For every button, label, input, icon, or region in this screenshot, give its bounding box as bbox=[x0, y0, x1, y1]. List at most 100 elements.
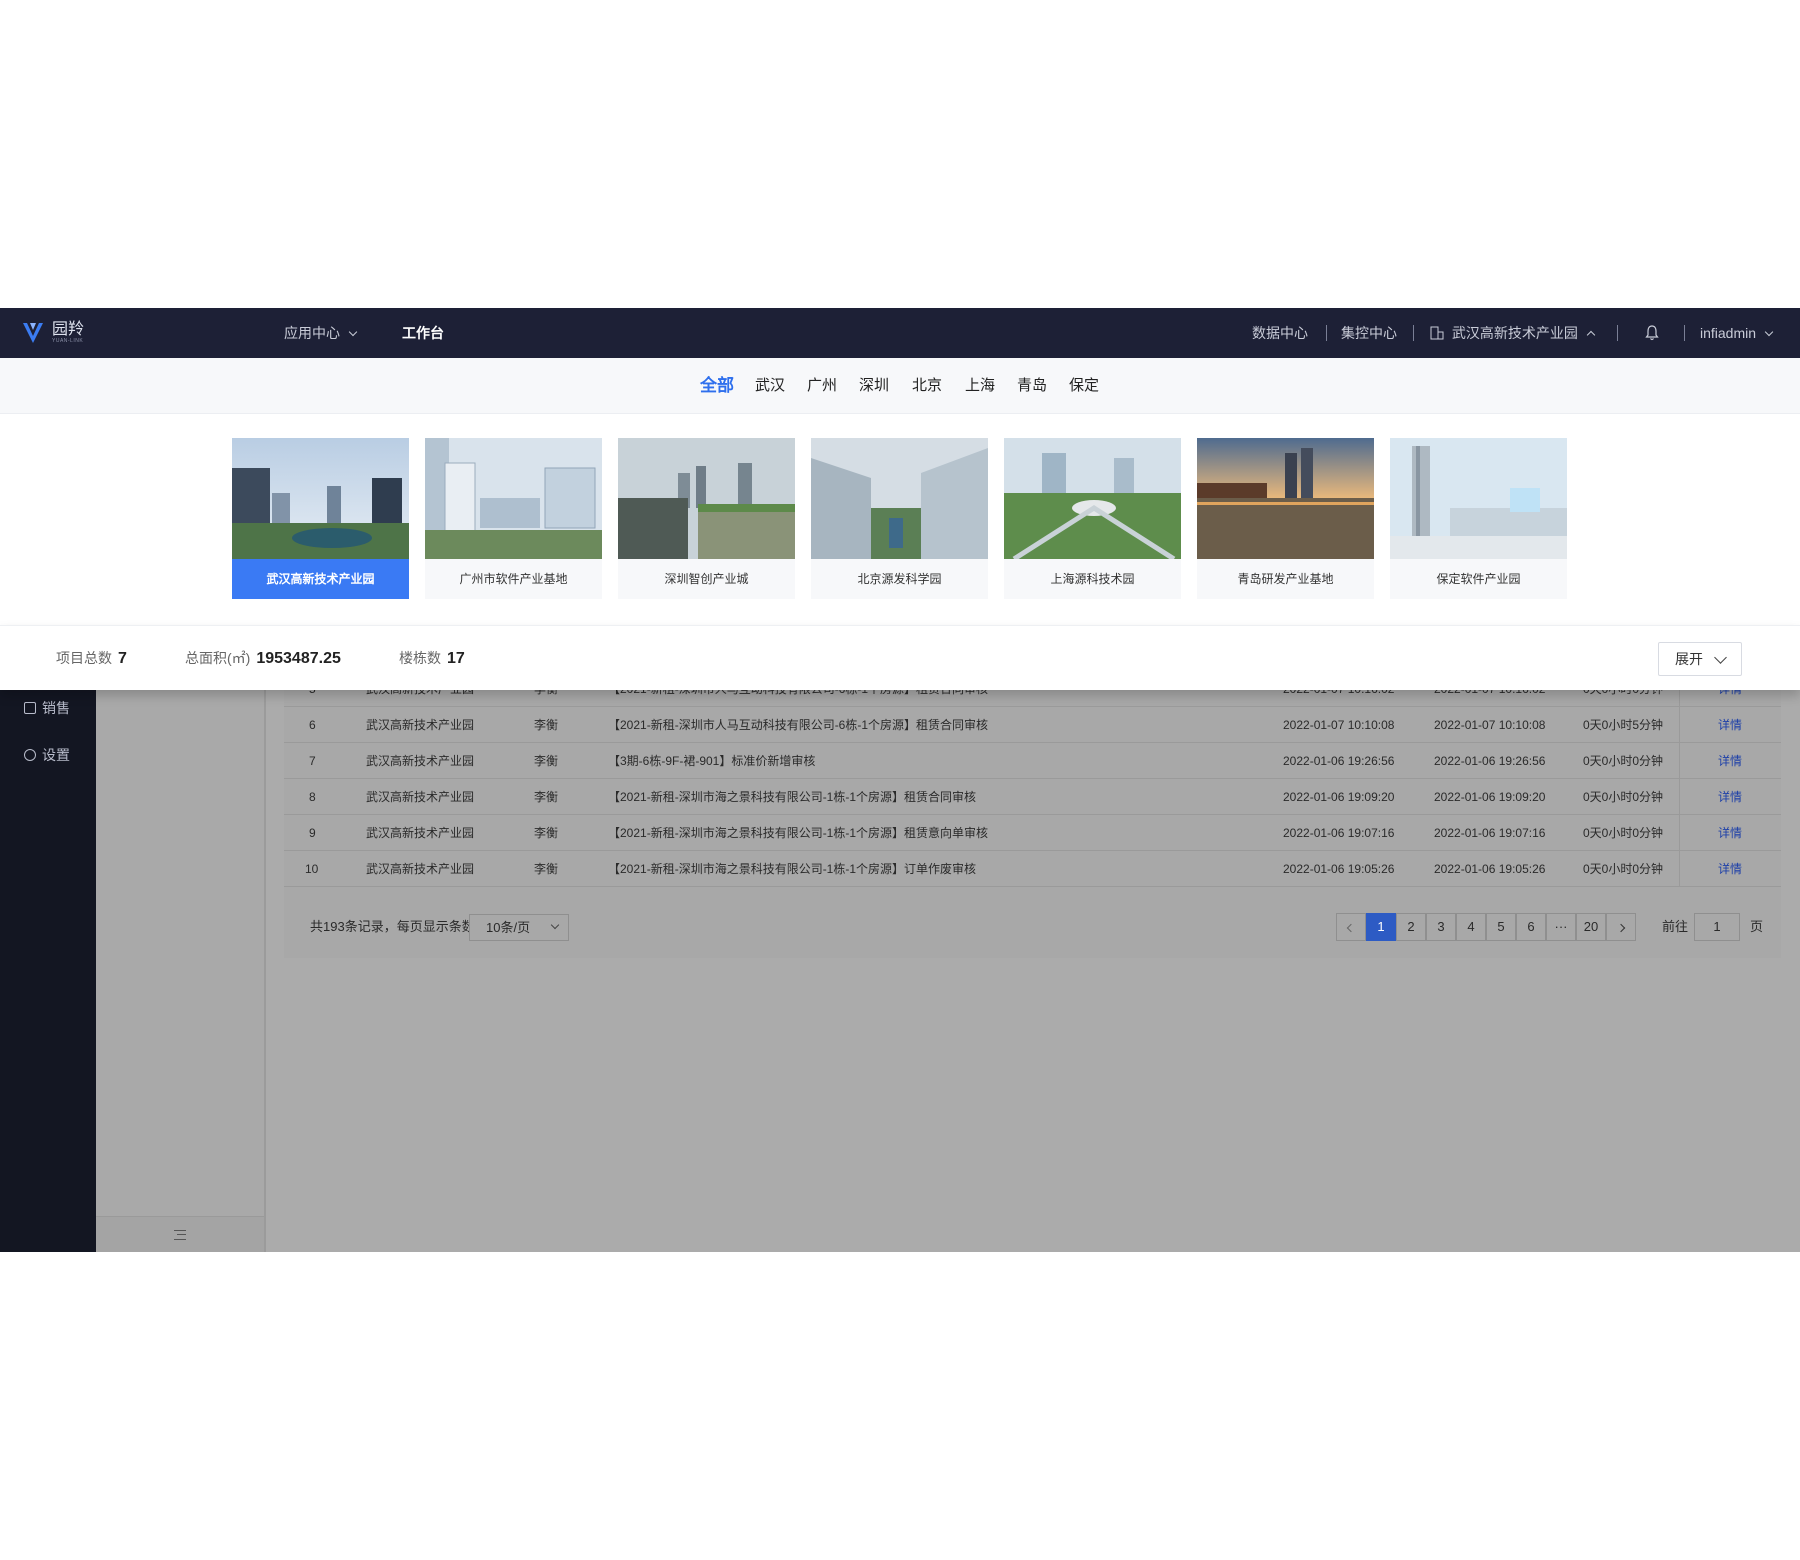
row-start-time: 2022-01-06 19:05:26 bbox=[1283, 862, 1395, 876]
page-button[interactable]: 6 bbox=[1516, 913, 1546, 941]
park-card-name: 深圳智创产业城 bbox=[664, 572, 749, 586]
park-card[interactable]: 上海源科技术园 bbox=[1004, 438, 1181, 599]
sidebar-item-settings[interactable]: 设置 bbox=[24, 745, 70, 765]
park-photo bbox=[811, 438, 988, 559]
gear-icon bbox=[24, 749, 36, 761]
divider bbox=[1679, 851, 1680, 887]
city-tab-shanghai[interactable]: 上海 bbox=[965, 358, 995, 414]
building-icon bbox=[1430, 326, 1444, 340]
building-count-label: 楼栋数 bbox=[399, 650, 441, 666]
details-link[interactable]: 详情 bbox=[1718, 743, 1742, 779]
row-duration: 0天0小时0分钟 bbox=[1583, 862, 1664, 876]
park-card[interactable]: 武汉高新技术产业园 bbox=[232, 438, 409, 599]
row-no: 6 bbox=[309, 718, 316, 732]
park-card[interactable]: 青岛研发产业基地 bbox=[1197, 438, 1374, 599]
park-card-name: 上海源科技术园 bbox=[1050, 572, 1135, 586]
city-tab-wuhan[interactable]: 武汉 bbox=[755, 358, 785, 414]
row-user: 李衡 bbox=[534, 826, 559, 840]
table-row: 6 武汉高新技术产业园 李衡 【2021-新租-深圳市人马互动科技有限公司-6栋… bbox=[284, 707, 1781, 743]
divider bbox=[1326, 325, 1327, 341]
row-end-time: 2022-01-06 19:26:56 bbox=[1434, 754, 1546, 768]
row-end-time: 2022-01-06 19:07:16 bbox=[1434, 826, 1546, 840]
app-center-label: 应用中心 bbox=[284, 325, 340, 341]
details-link[interactable]: 详情 bbox=[1718, 779, 1742, 815]
chevron-down-icon bbox=[348, 327, 358, 337]
building-count: 楼栋数 17 bbox=[399, 626, 465, 691]
city-filter-bar: 全部 武汉 广州 深圳 北京 上海 青岛 保定 bbox=[0, 358, 1800, 414]
row-title: 【3期-6栋-9F-裙-901】标准价新增审核 bbox=[608, 754, 816, 768]
row-title: 【2021-新租-深圳市人马互动科技有限公司-6栋-1个房源】租赁合同审核 bbox=[608, 718, 989, 732]
row-start-time: 2022-01-06 19:07:16 bbox=[1283, 826, 1395, 840]
table-row: 7 武汉高新技术产业园 李衡 【3期-6栋-9F-裙-901】标准价新增审核 2… bbox=[284, 743, 1781, 779]
row-no: 8 bbox=[309, 790, 316, 804]
row-duration: 0天0小时0分钟 bbox=[1583, 754, 1664, 768]
row-duration: 0天0小时0分钟 bbox=[1583, 790, 1664, 804]
prev-page-button[interactable] bbox=[1336, 913, 1366, 941]
goto-page-input[interactable]: 1 bbox=[1694, 913, 1740, 941]
row-end-time: 2022-01-07 10:10:08 bbox=[1434, 718, 1546, 732]
city-tab-baoding[interactable]: 保定 bbox=[1069, 358, 1099, 414]
next-page-button[interactable] bbox=[1606, 913, 1636, 941]
divider bbox=[1413, 325, 1414, 341]
page-size-value: 10条/页 bbox=[486, 920, 531, 935]
page-size-select[interactable]: 10条/页 bbox=[469, 914, 569, 941]
details-link[interactable]: 详情 bbox=[1718, 851, 1742, 887]
row-duration: 0天0小时5分钟 bbox=[1583, 718, 1664, 732]
collapse-toggle[interactable] bbox=[96, 1216, 264, 1252]
row-title: 【2021-新租-深圳市海之景科技有限公司-1栋-1个房源】租赁意向单审核 bbox=[608, 826, 989, 840]
page-button[interactable]: 4 bbox=[1456, 913, 1486, 941]
total-records: 共193条记录，每页显示条数 bbox=[310, 919, 475, 934]
park-photo bbox=[618, 438, 795, 559]
row-end-time: 2022-01-06 19:09:20 bbox=[1434, 790, 1546, 804]
nav-workbench[interactable]: 工作台 bbox=[402, 308, 444, 358]
park-card[interactable]: 深圳智创产业城 bbox=[618, 438, 795, 599]
divider bbox=[1679, 815, 1680, 851]
page-button[interactable]: 2 bbox=[1396, 913, 1426, 941]
details-link[interactable]: 详情 bbox=[1718, 815, 1742, 851]
nav-control-center[interactable]: 集控中心 bbox=[1341, 308, 1397, 358]
page-button[interactable]: 3 bbox=[1426, 913, 1456, 941]
project-count-label: 项目总数 bbox=[56, 650, 112, 666]
page-button[interactable]: 1 bbox=[1366, 913, 1396, 941]
row-title: 【2021-新租-深圳市海之景科技有限公司-1栋-1个房源】订单作废审核 bbox=[608, 862, 977, 876]
city-tab-all[interactable]: 全部 bbox=[700, 358, 734, 414]
app-window: 园羚 YUAN-LINK 应用中心 工作台 数据中心 集控中心 武汉高新技术产业… bbox=[0, 308, 1800, 1252]
user-menu[interactable]: infiadmin bbox=[1700, 308, 1774, 358]
expand-button[interactable]: 展开 bbox=[1658, 642, 1742, 676]
details-link[interactable]: 详情 bbox=[1718, 707, 1742, 743]
dimmed-background: 销售 设置 5 武汉高新技术产业园 李衡 【2021-新租-深圳市人马互动科技有… bbox=[0, 671, 1800, 1252]
city-tab-beijing[interactable]: 北京 bbox=[912, 358, 942, 414]
sidebar-item-sales[interactable]: 销售 bbox=[24, 698, 70, 718]
table-row: 8 武汉高新技术产业园 李衡 【2021-新租-深圳市海之景科技有限公司-1栋-… bbox=[284, 779, 1781, 815]
park-card-name: 保定软件产业园 bbox=[1436, 572, 1521, 586]
top-navigation-bar: 园羚 YUAN-LINK 应用中心 工作台 数据中心 集控中心 武汉高新技术产业… bbox=[0, 308, 1800, 358]
park-card[interactable]: 广州市软件产业基地 bbox=[425, 438, 602, 599]
park-card[interactable]: 保定软件产业园 bbox=[1390, 438, 1567, 599]
pagination: 共193条记录，每页显示条数 10条/页 1 2 3 4 5 6 ··· 20 bbox=[284, 901, 1781, 958]
page-button[interactable]: 20 bbox=[1576, 913, 1606, 941]
city-tab-qingdao[interactable]: 青岛 bbox=[1017, 358, 1047, 414]
row-start-time: 2022-01-06 19:26:56 bbox=[1283, 754, 1395, 768]
page-ellipsis[interactable]: ··· bbox=[1546, 913, 1576, 941]
row-user: 李衡 bbox=[534, 862, 559, 876]
city-tab-shenzhen[interactable]: 深圳 bbox=[859, 358, 889, 414]
app-center-menu[interactable]: 应用中心 bbox=[284, 308, 358, 358]
city-tab-guangzhou[interactable]: 广州 bbox=[807, 358, 837, 414]
sidebar-item-label: 销售 bbox=[42, 700, 70, 716]
park-card-name: 武汉高新技术产业园 bbox=[232, 559, 409, 599]
chevron-down-icon bbox=[1764, 327, 1774, 337]
row-park: 武汉高新技术产业园 bbox=[366, 754, 475, 768]
bell-icon[interactable] bbox=[1644, 325, 1660, 341]
park-card[interactable]: 北京源发科学园 bbox=[811, 438, 988, 599]
brand-subtitle: YUAN-LINK bbox=[52, 338, 84, 344]
nav-data-center[interactable]: 数据中心 bbox=[1252, 308, 1308, 358]
brand-logo[interactable]: 园羚 YUAN-LINK bbox=[20, 320, 84, 346]
total-area-label: 总面积(㎡) bbox=[185, 650, 251, 666]
page-button[interactable]: 5 bbox=[1486, 913, 1516, 941]
park-card-name: 青岛研发产业基地 bbox=[1237, 572, 1334, 586]
building-count-value: 17 bbox=[447, 650, 465, 667]
sub-sidebar bbox=[96, 690, 266, 1252]
row-no: 7 bbox=[309, 754, 316, 768]
row-park: 武汉高新技术产业园 bbox=[366, 790, 475, 804]
park-selector[interactable]: 武汉高新技术产业园 bbox=[1430, 308, 1596, 358]
